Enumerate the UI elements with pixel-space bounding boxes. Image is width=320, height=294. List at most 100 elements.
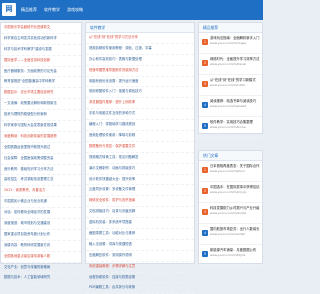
list-item[interactable]: 科学家自主研发并实验成功的新科学	[1, 34, 81, 45]
item-url: www.youxi.com/m/uzqkr	[210, 232, 246, 237]
software-tutorial-list: 从"在线"到"在线"的学习方法分享 视频剪辑软件使用教程：调色、过渡、字幕 办公…	[86, 33, 194, 294]
list-item[interactable]: 虚拟机安装：多系统环境搭建	[86, 218, 194, 230]
list-item[interactable]: PDF编辑工具：合并拆分与转换	[86, 283, 194, 294]
list-item[interactable]: 数据备份与恢复：保护重要文件	[86, 142, 194, 153]
item-title: 软件教学：实用技巧合集整理	[210, 120, 253, 124]
item-url: www.youxi.com/m/asawf	[210, 104, 246, 109]
list-item[interactable]: 医疗器械服务：方面政策的讨论完善	[1, 67, 81, 78]
list-item[interactable]: 全国各地重点景区接待游客人数	[1, 252, 81, 263]
nav-item-games[interactable]: 游戏攻略	[67, 8, 83, 12]
list-item[interactable]: 视频剪辑软件使用教程：调色、过渡、字幕	[86, 44, 194, 55]
featured-item[interactable]: 4 阅读推荐：精选书单与阅读技巧 www.youxi.com/m/asawf	[199, 96, 262, 117]
list-item[interactable]: 音乐教育：基础知识学习分享方法	[1, 165, 81, 176]
rank-badge: 4	[202, 102, 208, 108]
list-item[interactable]: 数据与技术：人工智能领域研究	[1, 273, 81, 285]
list-item[interactable]: 教育部推进"全国普通高中学科教学	[1, 77, 81, 89]
featured-item[interactable]: 3 从"在线"到"在线"的学习新模式 www.youxi.com/m/ruhbr	[199, 75, 262, 96]
nav-item-software[interactable]: 软件教学	[44, 8, 60, 12]
list-item[interactable]: 2021：素质教育，青春活力	[1, 186, 81, 198]
left-article-list: 中国音乐学会副秘书长田耕新文 科学家自主研发并实验成功的新科学 科学与技术学科教…	[1, 23, 81, 285]
featured-panel: 精品推荐 1 游戏玩法指南：全面解析新手入门 www.youxi.com/m/c…	[198, 22, 263, 138]
list-item[interactable]: 设计软件快捷键大全：提升效率	[86, 175, 194, 186]
list-item[interactable]: 电脑系统优化设置：提升运行速度	[86, 77, 194, 88]
list-item[interactable]: 手机与电脑文件互传的多种方式	[86, 109, 194, 121]
item-url: www.youxi.com/m/ckgee	[210, 41, 247, 46]
list-item[interactable]: 高校招生：考试录取信息整理汇总	[1, 175, 81, 187]
rank-badge: 1	[202, 39, 208, 45]
rank-badge: 5	[202, 251, 208, 257]
list-item[interactable]: 压缩解压软件：常用操作说明	[86, 251, 194, 262]
item-url: www.youxi.com/m/jmyqn	[210, 190, 247, 195]
list-item[interactable]: 数据显示：农业市场主要信息研究	[1, 88, 81, 100]
item-url: www.youxi.com/m/asnda	[210, 211, 247, 216]
list-item[interactable]: 演示文稿制作：动画与排版技巧	[86, 164, 194, 175]
item-title: 新能源汽车销量：月度数据公布	[210, 248, 257, 252]
list-item[interactable]: 科学与技术学科教学"建设与发展	[1, 45, 81, 56]
rank-badge: 2	[202, 188, 208, 194]
list-item[interactable]: 中国音乐学会副秘书长田耕新文	[1, 23, 81, 34]
rank-badge: 4	[202, 230, 208, 236]
list-item[interactable]: 从"在线"到"在线"的学习方法分享	[86, 33, 194, 44]
item-url: www.youxi.com/m/tzjms	[210, 253, 246, 258]
list-item[interactable]: 深耕内容：教育科研发展新方向	[1, 241, 81, 252]
list-item[interactable]: 投资与理财的稳健型分析案例	[1, 110, 81, 122]
rank-badge: 1	[202, 167, 208, 173]
list-item[interactable]: 国际医学——全面支持科技创新	[1, 56, 81, 67]
list-item[interactable]: 全国铁路运营里程不断提升超过	[1, 143, 81, 154]
hot-article-item[interactable]: 4 国内航旅市场复苏：出行人数增长 www.youxi.com/m/uzqkr	[199, 224, 262, 245]
rank-badge: 5	[202, 123, 208, 129]
list-item[interactable]: 科学家参与国际大会发表新发现成果	[1, 121, 81, 132]
item-title: 中国选手：在国际赛事中获得佳绩	[210, 185, 260, 189]
list-item[interactable]: 系统重装教程：步骤详解与注意	[86, 262, 194, 273]
top-header: 网 精品推荐 软件教学 游戏攻略	[0, 0, 263, 20]
list-item[interactable]: 常用修图软件入门：抠图与调色技巧	[86, 87, 194, 99]
rank-badge: 3	[202, 209, 208, 215]
list-item[interactable]: 远程协助软件：连接与权限设置	[86, 273, 194, 284]
main-nav: 精品推荐 软件教学 游戏攻略	[21, 0, 90, 20]
software-tutorial-panel: 软件教学 从"在线"到"在线"的学习方法分享 视频剪辑软件使用教程：调色、过渡、…	[85, 22, 195, 294]
list-item[interactable]: 视频格式转换工具：常见问题解答	[86, 153, 194, 164]
rank-badge: 2	[202, 60, 208, 66]
list-item[interactable]: 编程入门：零基础学习路线规划	[86, 120, 194, 132]
item-title: 国内航旅市场复苏：出行人数增长	[210, 227, 260, 231]
item-title: 网络时代：全面提升学习效率方法	[210, 57, 260, 61]
featured-item[interactable]: 5 软件教学：实用技巧合集整理 www.youxi.com/m/bvroe	[199, 117, 262, 138]
list-item[interactable]: 网络安全软件：防护与查杀指南	[86, 196, 194, 208]
list-item[interactable]: 音频处理软件使用：降噪与剪辑	[86, 131, 194, 142]
list-item[interactable]: 社会保障：全国医保政策调整完善	[1, 154, 81, 165]
list-item[interactable]: 对话：如何看待全球经济的发展	[1, 208, 81, 220]
site-logo[interactable]: 网	[2, 3, 16, 16]
item-title: 游戏玩法指南：全面解析新手入门	[210, 36, 260, 40]
item-title: 科技发展助力乡村振兴与产业升级	[210, 206, 260, 210]
featured-item[interactable]: 2 网络时代：全面提升学习效率方法 www.youxi.com/m/lkscwi	[199, 54, 262, 75]
hot-article-item[interactable]: 1 日本首相再度表态：关于国际合作 www.youxi.com/m/ptunr	[199, 161, 262, 182]
list-item[interactable]: 快速掌握思维导图软件的使用方法	[86, 66, 194, 77]
list-item[interactable]: 文化产业：创意与传播的新格局	[1, 263, 81, 274]
list-item[interactable]: 云盘同步设置：多设备文件管理	[86, 185, 194, 197]
left-article-panel: 中国音乐学会副秘书长田耕新文 科学家自主研发并实验成功的新科学 科学与技术学科教…	[0, 22, 82, 285]
hot-article-item[interactable]: 3 科技发展助力乡村振兴与产业升级 www.youxi.com/m/asnda	[199, 203, 262, 224]
list-item[interactable]: 文档排版技巧：目录与页眉页脚	[86, 207, 194, 219]
item-title: 从"在线"到"在线"的学习新模式	[210, 78, 256, 82]
hot-article-item[interactable]: 2 中国选手：在国际赛事中获得佳绩 www.youxi.com/m/jmyqn	[199, 182, 262, 203]
panel-title: 软件教学	[86, 23, 194, 33]
list-item[interactable]: 国家重点项目投资年度计划公布	[1, 230, 81, 241]
nav-item-featured[interactable]: 精品推荐	[21, 8, 37, 12]
list-item[interactable]: 深度报道：城市规划与交通建设	[1, 219, 81, 230]
rank-badge: 3	[202, 81, 208, 87]
list-item[interactable]: 截图录屏工具：功能对比与推荐	[86, 229, 194, 240]
featured-item[interactable]: 1 游戏玩法指南：全面解析新手入门 www.youxi.com/m/ckgee	[199, 33, 262, 54]
panel-title: 精品推荐	[199, 23, 262, 33]
item-title: 日本首相再度表态：关于国际合作	[210, 164, 260, 168]
hot-article-item[interactable]: 5 新能源汽车销量：月度数据公布 www.youxi.com/m/tzjms	[199, 245, 262, 266]
list-item[interactable]: 办公软件高效技巧：表格与数据处理	[86, 55, 194, 66]
item-url: www.youxi.com/m/lkscwi	[210, 62, 247, 67]
list-item[interactable]: 中国居民小微企业与创业机遇	[1, 197, 81, 209]
panel-title: 热门文章	[199, 151, 262, 161]
hot-articles-panel: 热门文章 1 日本首相再度表态：关于国际合作 www.youxi.com/m/p…	[198, 150, 263, 266]
list-item[interactable]: 一文读懂：政策要点解析和新规新法	[1, 99, 81, 111]
list-item[interactable]: 输入法设置：词库与快捷短语	[86, 240, 194, 251]
list-item[interactable]: 浏览器插件推荐：提升上网效率	[86, 98, 194, 110]
list-item[interactable]: 深度解读：科技创新背景的发展趋势	[1, 132, 81, 143]
item-title: 阅读推荐：精选书单与阅读技巧	[210, 99, 257, 103]
